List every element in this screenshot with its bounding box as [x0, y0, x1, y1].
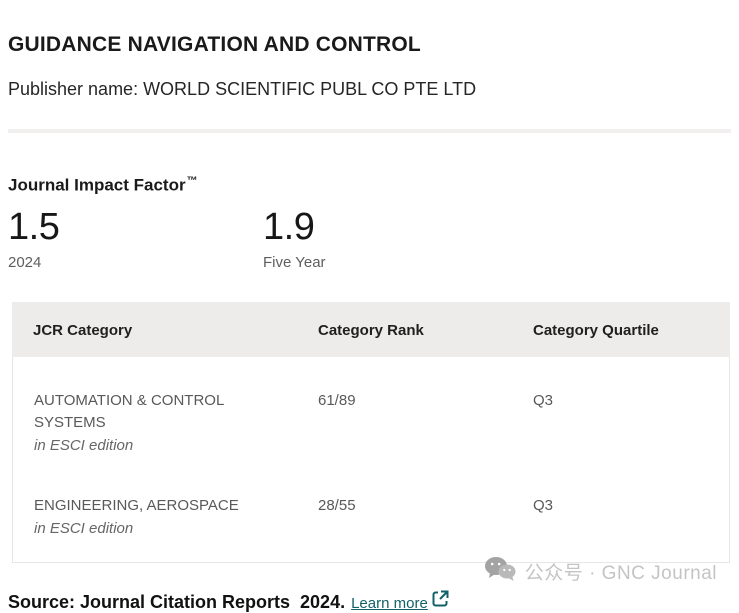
impact-factor-heading-text: Journal Impact Factor: [8, 176, 186, 195]
source-line: Source: Journal Citation Reports 2024. L…: [8, 589, 731, 613]
column-header-jcr-category: JCR Category: [12, 323, 297, 339]
publisher-line: Publisher name: WORLD SCIENTIFIC PUBL CO…: [8, 78, 731, 100]
category-edition: in ESCI edition: [34, 518, 297, 540]
learn-more-link[interactable]: Learn more: [351, 595, 428, 613]
metric-five-year: 1.9 Five Year: [263, 208, 518, 272]
table-row: ENGINEERING, AEROSPACE in ESCI edition 2…: [13, 495, 729, 540]
column-header-category-rank: Category Rank: [297, 323, 512, 339]
impact-factor-heading: Journal Impact Factor™: [8, 171, 731, 196]
table-row: AUTOMATION & CONTROL SYSTEMS in ESCI edi…: [13, 390, 729, 457]
category-table-body: AUTOMATION & CONTROL SYSTEMS in ESCI edi…: [12, 357, 730, 563]
jcr-journal-card: GUIDANCE NAVIGATION AND CONTROL Publishe…: [0, 0, 739, 613]
journal-title: GUIDANCE NAVIGATION AND CONTROL: [8, 33, 731, 57]
category-edition: in ESCI edition: [34, 435, 297, 457]
metric-current-year: 1.5 2024: [8, 208, 263, 272]
metric-label: Five Year: [263, 254, 518, 272]
category-name: AUTOMATION & CONTROL SYSTEMS: [34, 390, 269, 434]
category-rank: 28/55: [297, 495, 512, 540]
source-text: Source: Journal Citation Reports 2024.: [8, 591, 345, 613]
category-cell: AUTOMATION & CONTROL SYSTEMS in ESCI edi…: [13, 390, 297, 457]
metric-label: 2024: [8, 254, 263, 272]
category-table: JCR Category Category Rank Category Quar…: [12, 302, 730, 563]
metric-value: 1.9: [263, 208, 518, 246]
category-quartile: Q3: [512, 390, 729, 457]
category-table-header: JCR Category Category Rank Category Quar…: [12, 302, 730, 357]
watermark-text: 公众号 · GNC Journal: [525, 558, 717, 585]
impact-factor-metrics: 1.5 2024 1.9 Five Year: [8, 208, 731, 272]
category-quartile: Q3: [512, 495, 729, 540]
metric-value: 1.5: [8, 208, 263, 246]
section-divider: [8, 129, 731, 133]
watermark: 公众号 · GNC Journal: [484, 556, 717, 587]
category-name: ENGINEERING, AEROSPACE: [34, 495, 269, 517]
category-rank: 61/89: [297, 390, 512, 457]
wechat-icon: [484, 556, 516, 587]
category-cell: ENGINEERING, AEROSPACE in ESCI edition: [13, 495, 297, 540]
trademark-symbol: ™: [187, 175, 198, 187]
external-link-icon[interactable]: [431, 589, 450, 613]
column-header-category-quartile: Category Quartile: [512, 323, 730, 339]
